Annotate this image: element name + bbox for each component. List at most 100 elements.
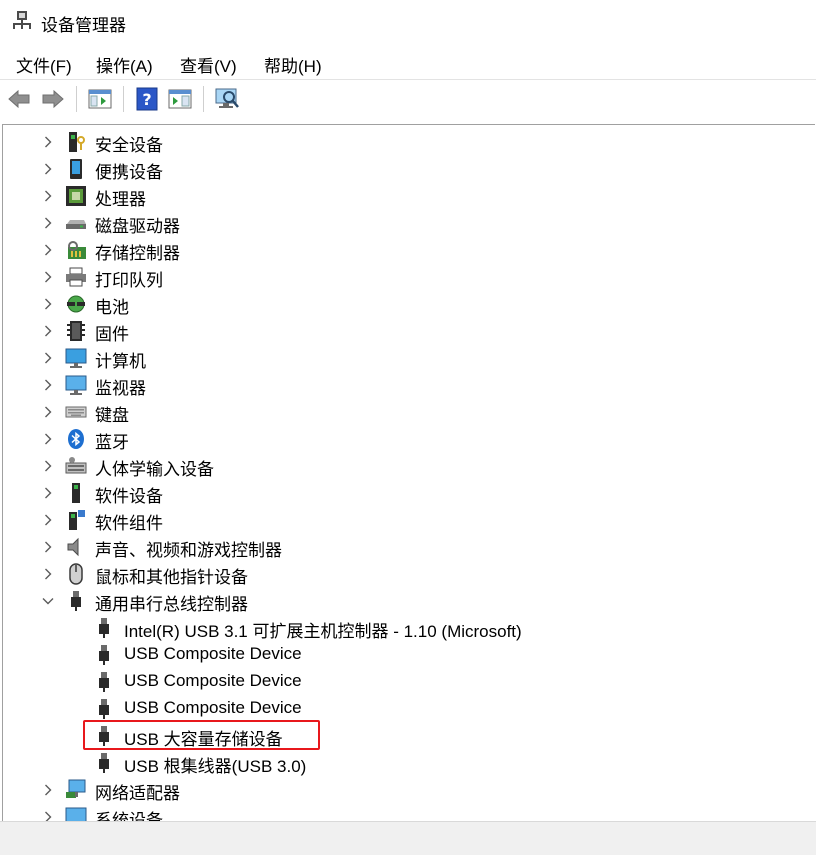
tree-category-disk-drives[interactable]: 磁盘驱动器 <box>3 209 815 236</box>
tree-category-processors[interactable]: 处理器 <box>3 182 815 209</box>
tree-item-label: 软件组件 <box>95 514 163 533</box>
chevron-right-icon[interactable] <box>41 351 55 365</box>
tree-item-label: 处理器 <box>95 190 146 209</box>
tree-item-label: 声音、视频和游戏控制器 <box>95 541 282 560</box>
tree-category-usb-controllers[interactable]: 通用串行总线控制器 <box>3 587 815 614</box>
tree-category-firmware[interactable]: 固件 <box>3 317 815 344</box>
tree-item-label: 人体学输入设备 <box>95 460 214 479</box>
back-button[interactable] <box>5 85 33 113</box>
show-hide-tree-button[interactable] <box>86 85 114 113</box>
chevron-right-icon[interactable] <box>41 459 55 473</box>
speaker-icon <box>67 537 79 557</box>
chevron-right-icon[interactable] <box>41 540 55 554</box>
usb-plug-icon <box>99 645 109 665</box>
tree-category-computer[interactable]: 计算机 <box>3 344 815 371</box>
chevron-right-icon[interactable] <box>41 243 55 257</box>
chevron-right-icon[interactable] <box>41 189 55 203</box>
keyboard-icon <box>65 406 87 418</box>
tree-item-label: USB Composite Device <box>124 644 302 663</box>
title-bar: 设备管理器 <box>0 0 816 44</box>
security-device-icon <box>69 132 85 152</box>
chevron-right-icon[interactable] <box>41 810 55 821</box>
menu-view[interactable]: 查看(V) <box>180 52 237 77</box>
chevron-right-icon[interactable] <box>41 162 55 176</box>
device-manager-app-icon <box>13 11 31 29</box>
highlight-box <box>83 720 320 750</box>
menu-file[interactable]: 文件(F) <box>16 52 72 77</box>
tree-category-software-components[interactable]: 软件组件 <box>3 506 815 533</box>
chevron-right-icon[interactable] <box>41 432 55 446</box>
forward-button[interactable] <box>39 85 67 113</box>
tree-device-usb-composite-1[interactable]: USB Composite Device <box>3 641 815 668</box>
tree-category-portable-devices[interactable]: 便携设备 <box>3 155 815 182</box>
chevron-right-icon[interactable] <box>41 135 55 149</box>
tree-category-batteries[interactable]: 电池 <box>3 290 815 317</box>
software-component-icon <box>69 510 85 530</box>
chevron-down-icon[interactable] <box>41 594 55 608</box>
tree-item-label: 存储控制器 <box>95 244 180 263</box>
tree-category-system-devices[interactable]: 系统设备 <box>3 803 815 821</box>
window-title: 设备管理器 <box>41 16 126 35</box>
chevron-right-icon[interactable] <box>41 567 55 581</box>
tree-category-software-devices[interactable]: 软件设备 <box>3 479 815 506</box>
tree-category-hid[interactable]: 人体学输入设备 <box>3 452 815 479</box>
toolbar-separator <box>76 86 77 112</box>
show-action-pane-icon <box>168 89 192 109</box>
forward-arrow-icon <box>42 89 64 109</box>
chevron-right-icon[interactable] <box>41 378 55 392</box>
tree-item-label: 安全设备 <box>95 136 163 155</box>
tree-item-label: 鼠标和其他指针设备 <box>95 568 248 587</box>
tree-item-label: Intel(R) USB 3.1 可扩展主机控制器 - 1.10 (Micros… <box>124 622 522 641</box>
computer-icon <box>65 348 87 368</box>
menu-help[interactable]: 帮助(H) <box>264 52 322 77</box>
tree-category-mice[interactable]: 鼠标和其他指针设备 <box>3 560 815 587</box>
tree-category-keyboards[interactable]: 键盘 <box>3 398 815 425</box>
portable-device-icon <box>70 159 82 179</box>
tree-category-network-adapters[interactable]: 网络适配器 <box>3 776 815 803</box>
tree-item-label: 软件设备 <box>95 487 163 506</box>
chevron-right-icon[interactable] <box>41 324 55 338</box>
tree-category-bluetooth[interactable]: 蓝牙 <box>3 425 815 452</box>
chevron-right-icon[interactable] <box>41 513 55 527</box>
tree-item-label: 固件 <box>95 325 129 344</box>
tree-item-label: USB Composite Device <box>124 698 302 717</box>
show-hide-console-tree-icon <box>88 89 112 109</box>
show-action-pane-button[interactable] <box>166 85 194 113</box>
chevron-right-icon[interactable] <box>41 486 55 500</box>
menu-action[interactable]: 操作(A) <box>96 52 153 77</box>
chevron-right-icon[interactable] <box>41 405 55 419</box>
tree-category-sound-video-game[interactable]: 声音、视频和游戏控制器 <box>3 533 815 560</box>
chevron-right-icon[interactable] <box>41 216 55 230</box>
menu-bar: 文件(F) 操作(A) 查看(V) 帮助(H) <box>0 44 816 79</box>
tree-device-usb-root-hub[interactable]: USB 根集线器(USB 3.0) <box>3 749 815 776</box>
storage-controller-icon <box>68 241 86 259</box>
tree-category-monitors[interactable]: 监视器 <box>3 371 815 398</box>
tree-item-label: USB 根集线器(USB 3.0) <box>124 757 307 776</box>
chevron-right-icon[interactable] <box>41 783 55 797</box>
tree-device-usb-composite-3[interactable]: USB Composite Device <box>3 695 815 722</box>
device-tree[interactable]: 安全设备 便携设备 处理器 磁盘驱动器 存储控制器 打印队列 电池 固件 计算机… <box>2 124 815 821</box>
system-device-icon <box>65 807 87 821</box>
software-device-icon <box>72 483 80 503</box>
tree-item-label: 系统设备 <box>95 811 163 821</box>
tree-category-storage-controllers[interactable]: 存储控制器 <box>3 236 815 263</box>
tree-category-security-devices[interactable]: 安全设备 <box>3 128 815 155</box>
processor-icon <box>66 186 86 206</box>
svg-text:?: ? <box>142 90 151 109</box>
tree-item-label: 键盘 <box>95 406 129 425</box>
tree-category-print-queues[interactable]: 打印队列 <box>3 263 815 290</box>
tree-item-label: 监视器 <box>95 379 146 398</box>
usb-controller-icon <box>71 591 81 611</box>
hid-icon <box>65 457 87 474</box>
disk-drive-icon <box>66 220 86 229</box>
tree-item-label: 电池 <box>95 298 129 317</box>
battery-icon <box>67 295 85 313</box>
tree-device-usb-composite-2[interactable]: USB Composite Device <box>3 668 815 695</box>
tree-device-intel-usb-host-controller[interactable]: Intel(R) USB 3.1 可扩展主机控制器 - 1.10 (Micros… <box>3 614 815 641</box>
help-button[interactable]: ? <box>133 85 161 113</box>
help-icon: ? <box>136 87 158 111</box>
tree-item-label: 便携设备 <box>95 163 163 182</box>
scan-hardware-button[interactable] <box>213 85 241 113</box>
chevron-right-icon[interactable] <box>41 270 55 284</box>
chevron-right-icon[interactable] <box>41 297 55 311</box>
